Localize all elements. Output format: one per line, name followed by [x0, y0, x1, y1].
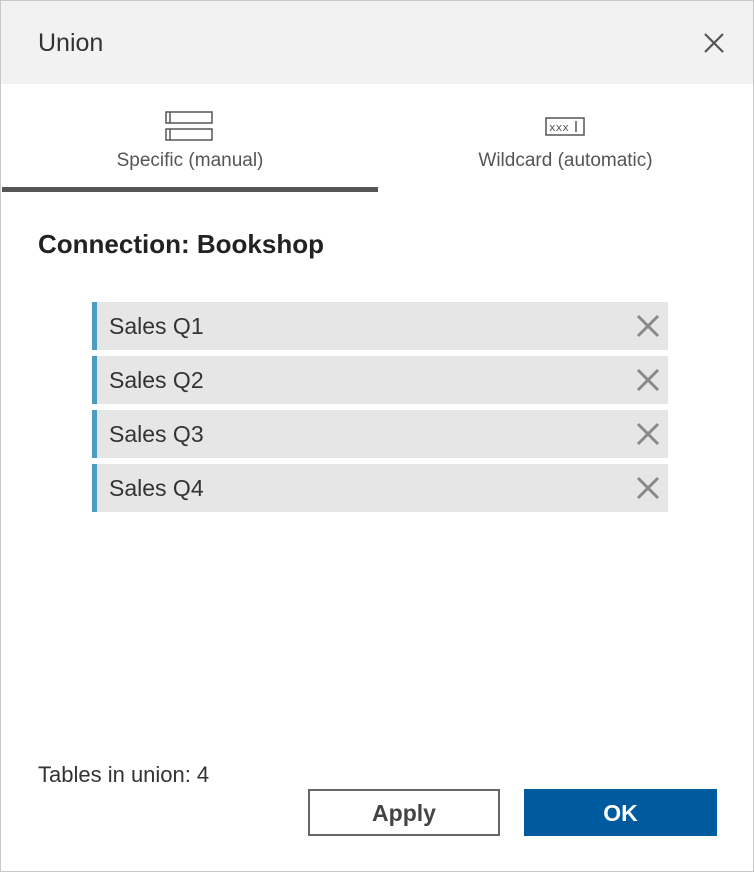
remove-table-button[interactable]	[636, 314, 660, 338]
wildcard-icon-text: xxx	[549, 121, 569, 134]
apply-button[interactable]: Apply	[308, 789, 500, 836]
close-icon	[704, 33, 724, 53]
union-table-list: Sales Q1 Sales Q2 Sales Q3 Sales Q4	[92, 302, 668, 518]
close-button[interactable]	[699, 28, 729, 58]
wildcard-icon: xxx	[544, 117, 587, 142]
table-item-sales-q4[interactable]: Sales Q4	[92, 464, 668, 512]
tab-wildcard-automatic[interactable]: xxx Wildcard (automatic)	[378, 85, 753, 192]
active-tab-indicator	[2, 187, 378, 192]
tables-in-union-count: Tables in union: 4	[38, 761, 209, 789]
ok-button[interactable]: OK	[524, 789, 717, 836]
remove-table-button[interactable]	[636, 476, 660, 500]
remove-icon	[636, 476, 660, 500]
remove-icon	[636, 368, 660, 392]
table-name: Sales Q1	[109, 313, 204, 339]
table-item-sales-q3[interactable]: Sales Q3	[92, 410, 668, 458]
tab-specific-label: Specific (manual)	[116, 150, 264, 171]
table-name: Sales Q4	[109, 475, 204, 501]
tables-count-label: Tables in union:	[38, 762, 191, 787]
remove-table-button[interactable]	[636, 422, 660, 446]
table-name: Sales Q3	[109, 421, 204, 447]
connection-title: Connection: Bookshop	[38, 229, 324, 259]
remove-table-button[interactable]	[636, 368, 660, 392]
table-item-sales-q1[interactable]: Sales Q1	[92, 302, 668, 350]
dialog-title: Union	[38, 29, 104, 57]
table-item-sales-q2[interactable]: Sales Q2	[92, 356, 668, 404]
remove-icon	[636, 422, 660, 446]
remove-icon	[636, 314, 660, 338]
tab-wildcard-label: Wildcard (automatic)	[478, 150, 653, 171]
union-dialog: Union Specific (manual) xxx Wildcard (au…	[0, 0, 754, 872]
dialog-titlebar: Union	[1, 1, 753, 84]
tables-count-value: 4	[196, 762, 210, 787]
table-name: Sales Q2	[109, 367, 204, 393]
stacked-tables-icon	[165, 111, 215, 148]
tab-specific-manual[interactable]: Specific (manual)	[2, 85, 378, 192]
